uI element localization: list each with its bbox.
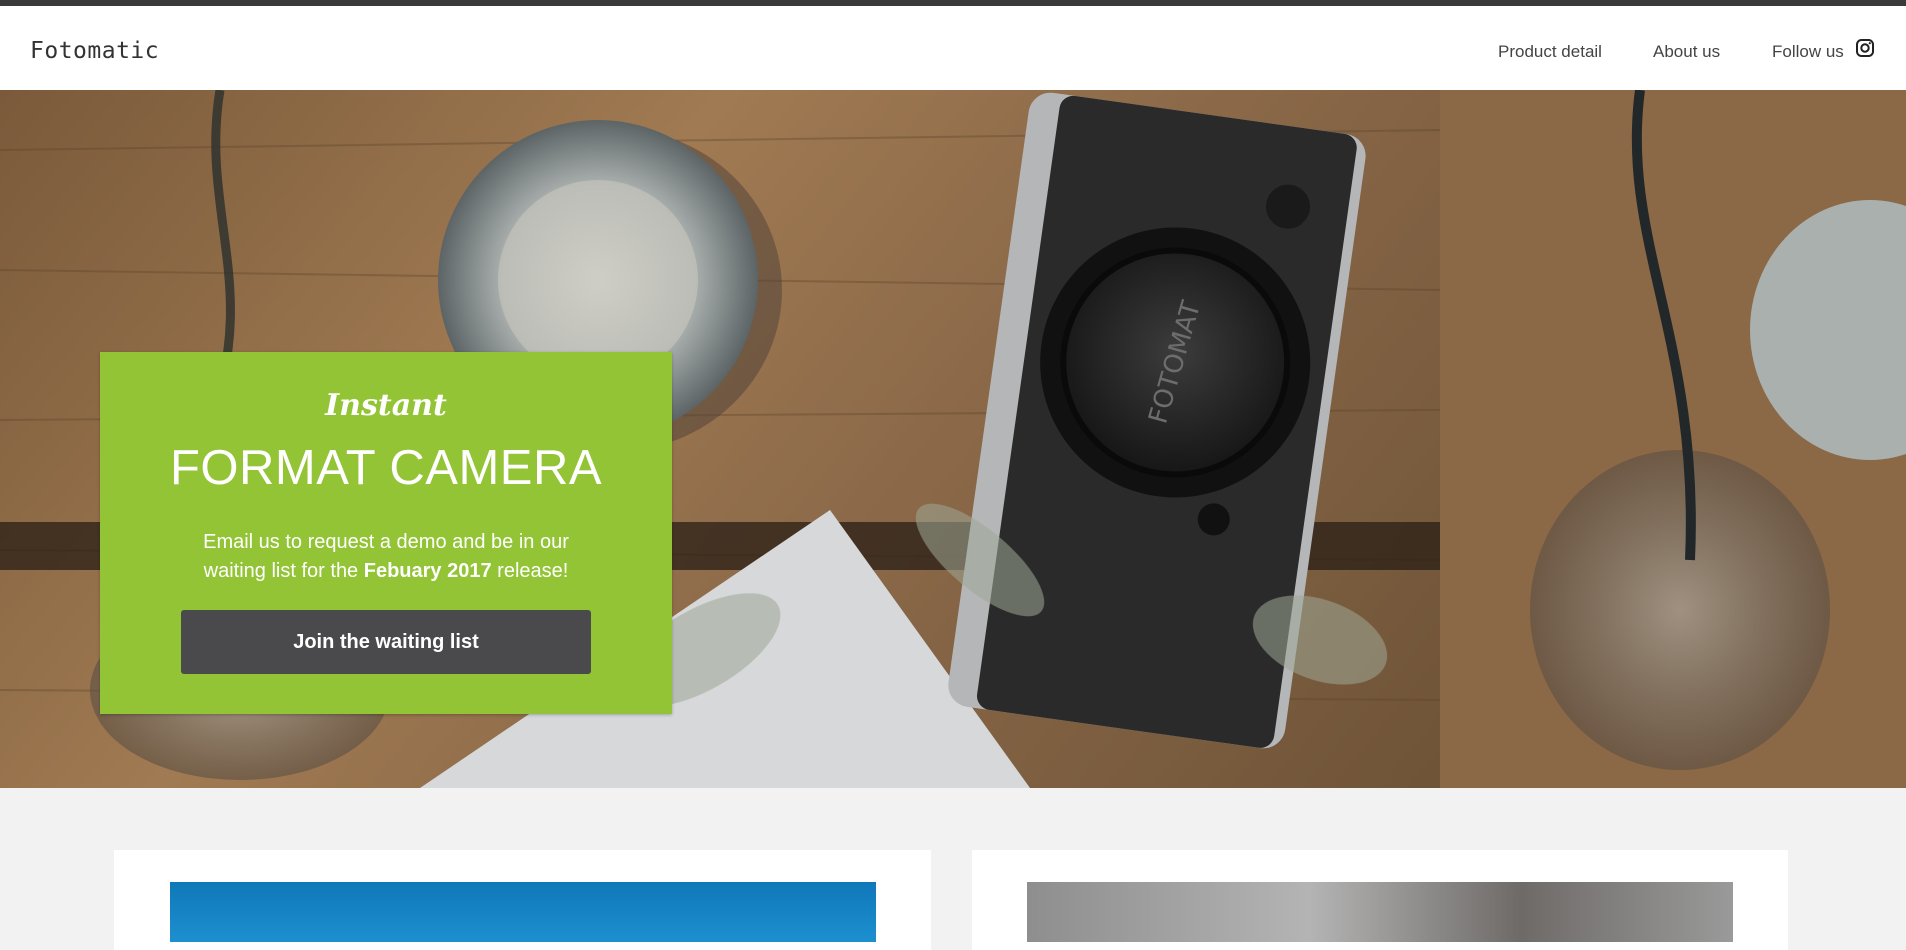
feature-card-left: [114, 850, 931, 950]
join-waiting-list-button[interactable]: Join the waiting list: [181, 610, 591, 674]
promo-title: FORMAT CAMERA: [169, 441, 603, 495]
instagram-icon[interactable]: [1855, 38, 1875, 58]
release-date: Febuary 2017: [363, 560, 492, 582]
site-logo[interactable]: Fotomatic: [30, 38, 159, 64]
feature-card-right: [972, 850, 1788, 950]
nav-link-product-detail[interactable]: Product detail: [1498, 42, 1602, 62]
promo-description: Email us to request a demo and be in our…: [203, 531, 569, 582]
nav-link-follow-us[interactable]: Follow us: [1772, 42, 1844, 62]
feature-card-right-image: [1027, 882, 1733, 942]
feature-card-left-image: [170, 882, 876, 942]
promo-card: Instant FORMAT CAMERA Email us to reques…: [100, 352, 672, 714]
promo-script-heading: Instant: [325, 388, 447, 423]
nav-link-about-us[interactable]: About us: [1653, 42, 1720, 62]
site-header: Fotomatic Product detail About us Follow…: [0, 6, 1906, 90]
hero-banner: FOTOMAT Instant FORMAT CAMERA Email us t…: [0, 90, 1906, 788]
